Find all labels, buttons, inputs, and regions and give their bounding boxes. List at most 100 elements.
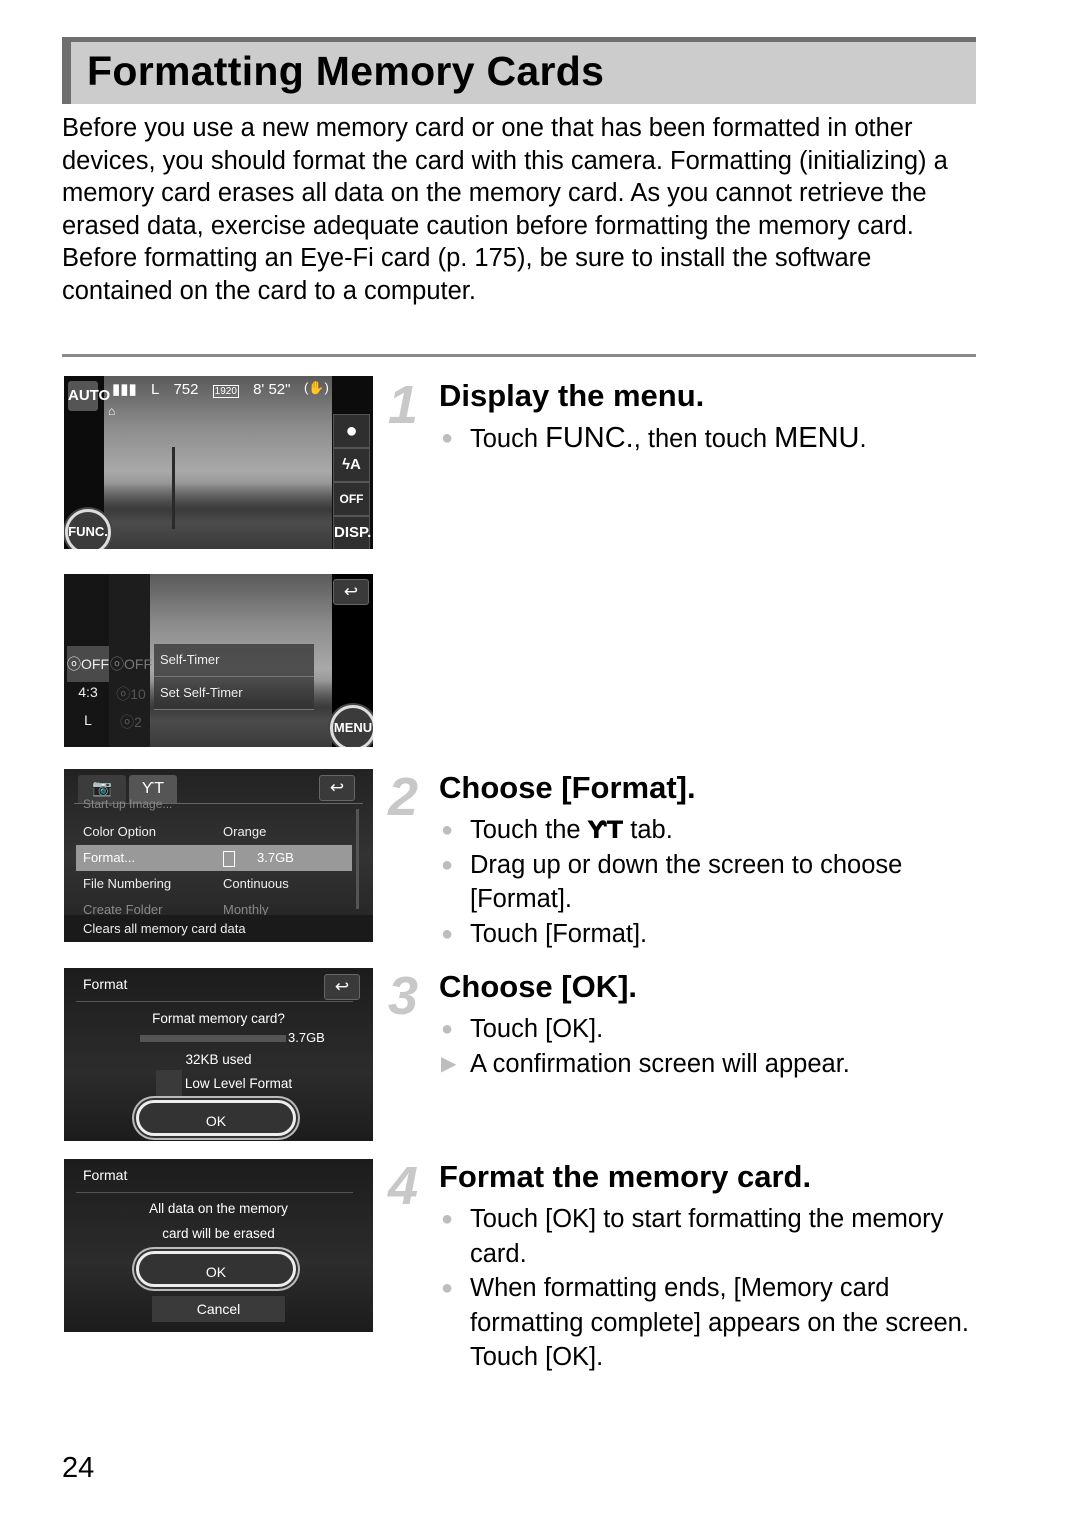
stabilizer-icon: (✋)	[304, 380, 329, 395]
panel-item: Set Self-Timer	[154, 677, 314, 710]
dialog-question: Format memory card?	[152, 1011, 285, 1026]
bullet-item: Touch [Format].	[439, 917, 979, 952]
image-size: L	[150, 381, 160, 398]
bullet-text: Touch the	[470, 816, 588, 844]
step-title: Format the memory card.	[439, 1159, 812, 1194]
menu-label-icon: MENU	[774, 422, 860, 454]
confirm-message-line1: All data on the memory	[149, 1201, 288, 1216]
step-bullets: Touch the ƳT tab. Drag up or down the sc…	[439, 813, 979, 951]
bullet-item: Touch FUNC., then touch MENU.	[439, 421, 979, 457]
section-title-bar: Formatting Memory Cards	[62, 37, 976, 104]
back-button[interactable]: ↩	[324, 974, 360, 1000]
bullet-text: Touch	[470, 425, 546, 453]
cancel-button[interactable]: Cancel	[152, 1296, 285, 1322]
row-label: Create Folder	[83, 902, 163, 915]
step-number: 1	[388, 375, 419, 435]
ok-button[interactable]: OK	[136, 1100, 296, 1136]
bullet-text: tab.	[623, 816, 673, 844]
back-button[interactable]: ↩	[333, 579, 369, 605]
bullet-text: Drag up or down the screen to choose [Fo…	[470, 850, 903, 914]
confirm-message-line2: card will be erased	[162, 1226, 275, 1241]
flash-button[interactable]: ϟA	[333, 448, 370, 482]
row-label: File Numbering	[83, 876, 172, 891]
bullet-text: Touch [OK] to start formatting the memor…	[470, 1205, 944, 1268]
battery-icon: ▮▮▮	[112, 381, 137, 398]
panel-item: Self-Timer	[154, 644, 314, 677]
card-capacity: 3.7GB	[288, 1030, 325, 1045]
dialog-divider	[76, 1001, 353, 1002]
shots-remaining: 752	[173, 381, 199, 398]
card-usage-bar	[140, 1035, 286, 1042]
menu-row[interactable]: File Numbering Continuous	[76, 871, 352, 897]
bullet-dot-icon	[441, 1012, 453, 1047]
timer-option-off[interactable]: ⓞOFF	[110, 654, 152, 674]
camera-screen-confirm-dialog: Format All data on the memory card will …	[64, 1159, 373, 1332]
page-title: Formatting Memory Cards	[87, 48, 605, 94]
bullet-item: A confirmation screen will appear.	[439, 1047, 979, 1082]
row-value: 3.7GB	[223, 845, 294, 871]
menu-row[interactable]: Start-up Image...	[76, 796, 352, 812]
intro-paragraph: Before formatting an Eye-Fi card (p. 175…	[62, 244, 872, 305]
step-bullets: Touch [OK]. A confirmation screen will a…	[439, 1012, 979, 1081]
page-number: 24	[62, 1452, 95, 1484]
bullet-dot-icon	[441, 1202, 453, 1237]
bullet-text: Touch [OK].	[470, 1015, 604, 1043]
row-label: Format...	[83, 850, 136, 865]
bullet-text: When formatting ends, [Memory card forma…	[470, 1274, 969, 1371]
bullet-text: , then touch	[633, 425, 775, 453]
step-title: Choose [OK].	[439, 969, 638, 1004]
row-value: Continuous	[223, 876, 289, 891]
menu-hint: Clears all memory card data	[64, 915, 373, 942]
bullet-item: Touch [OK].	[439, 1012, 979, 1047]
timer-option-2[interactable]: ⓞ2	[110, 712, 152, 732]
disp-button[interactable]: DISP.	[333, 516, 371, 549]
menu-button[interactable]: MENU	[330, 705, 373, 747]
scrollbar[interactable]	[356, 809, 359, 909]
intro-paragraph: Before you use a new memory card or one …	[62, 114, 948, 240]
bullet-dot-icon	[441, 421, 453, 456]
step-title: Display the menu.	[439, 378, 705, 413]
func-item-size[interactable]: L	[67, 712, 109, 728]
dialog-title: Format	[83, 1167, 128, 1183]
step-bullets: Touch FUNC., then touch MENU.	[439, 421, 979, 457]
camera-screen-format-dialog: Format ↩ Format memory card? 3.7GB 32KB …	[64, 968, 373, 1141]
ok-button[interactable]: OK	[136, 1251, 296, 1287]
step-number: 3	[388, 966, 419, 1026]
row-value: Orange	[223, 824, 267, 839]
camera-icon: ⌂	[108, 404, 116, 418]
scene-image	[104, 376, 332, 549]
tower	[172, 447, 175, 529]
func-item-aspect[interactable]: 4:3	[67, 684, 109, 700]
memory-card-icon	[223, 850, 235, 867]
mode-badge[interactable]: AUTO	[68, 381, 110, 411]
city-skyline	[104, 483, 332, 549]
bullet-text: A confirmation screen will appear.	[470, 1049, 850, 1078]
func-label-icon: FUNC.	[545, 422, 634, 454]
menu-row[interactable]: Create Folder Monthly	[76, 897, 352, 915]
camera-screen-setup-menu: 📷 ƳT ↩ Start-up Image... Color Option Or…	[64, 769, 373, 942]
timer-option-10[interactable]: ⓞ10	[110, 684, 152, 704]
step-number: 4	[388, 1156, 419, 1216]
bullet-text: Touch [Format].	[470, 919, 648, 948]
func-item-timer[interactable]: ⓞOFF	[67, 654, 109, 674]
menu-row-format[interactable]: Format... 3.7GB	[76, 845, 352, 871]
func-info-panel: Self-Timer Set Self-Timer	[154, 644, 314, 710]
low-level-format-label: Low Level Format	[184, 1076, 293, 1091]
bullet-dot-icon	[441, 1271, 453, 1306]
timer-button[interactable]: OFF	[333, 482, 370, 516]
bullet-dot-icon	[441, 813, 453, 848]
dialog-title: Format	[83, 976, 128, 992]
shutter-button[interactable]: ●	[333, 414, 370, 448]
bullet-dot-icon	[441, 848, 453, 883]
row-label: Start-up Image...	[83, 797, 173, 811]
step-number: 2	[388, 767, 419, 827]
bullet-dot-icon	[441, 917, 453, 952]
divider	[62, 354, 976, 357]
menu-row[interactable]: Color Option Orange	[76, 819, 352, 845]
row-value: Monthly	[223, 902, 269, 915]
movie-time: 8' 52"	[253, 381, 291, 398]
intro-text: Before you use a new memory card or one …	[62, 112, 982, 308]
bullet-item: Touch the ƳT tab.	[439, 813, 979, 848]
bullet-text: .	[859, 425, 867, 453]
func-button[interactable]: FUNC.	[65, 509, 111, 549]
